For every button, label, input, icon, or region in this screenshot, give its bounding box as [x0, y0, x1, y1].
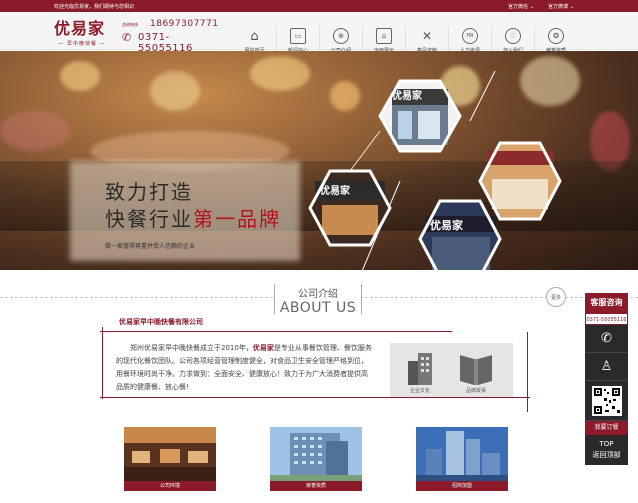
- back-to-top-button[interactable]: TOP 返回顶部: [585, 435, 628, 465]
- sidebar-header: 客服咨询: [585, 293, 628, 313]
- handshake-icon: ♡: [505, 28, 521, 44]
- top-bar: 欢迎光临优易家，我们期待与您相识 官方微信 ⌄ 官方微博 ⌄: [0, 0, 638, 12]
- hex-sign-3: 优易家: [430, 218, 464, 232]
- section-title: 公司介绍 ABOUT US: [274, 284, 362, 316]
- phone-icon: ✆: [122, 31, 132, 44]
- qq-button[interactable]: ♙: [585, 353, 628, 381]
- hex-sign-2: 优易家: [320, 184, 351, 197]
- company-intro: 郑州优易家早中晚快餐成立于2010年，优易家是专业从事餐饮管理、餐饮服务的现代化…: [116, 344, 372, 391]
- banner-slogan-line2: 快餐行业第一品牌: [105, 207, 281, 231]
- hotline-phone-1: 18697307771: [150, 19, 219, 29]
- about-links-panel: 企业文化 品牌故事: [390, 343, 513, 397]
- building-icon: [408, 353, 432, 385]
- decor-line: [527, 332, 528, 412]
- thumb-environment[interactable]: 公司环境: [124, 427, 216, 491]
- thumb-honors[interactable]: 荣誉资质: [270, 427, 362, 491]
- weibo-link[interactable]: 官方微博 ⌄: [548, 3, 575, 11]
- thumb-franchise[interactable]: 招商加盟: [416, 427, 508, 491]
- news-icon: ▭: [290, 28, 306, 44]
- back-to-top-label: 返回顶部: [592, 451, 621, 459]
- thumb-caption: 公司环境: [124, 481, 216, 491]
- hotline: 咨询热线 18697307771 ✆ 0371-55055116: [122, 19, 219, 54]
- logo-brand: 优易家: [54, 19, 106, 38]
- qr-code: [585, 381, 628, 421]
- hero-banner[interactable]: 致力打造 快餐行业第一品牌 做一家值得尊重并受人信赖的企业 优易家 优易家 优易…: [0, 51, 638, 270]
- decor-line: [100, 331, 452, 332]
- logo-subtitle: — 早中晚快餐 —: [58, 41, 106, 47]
- culture-link[interactable]: 企业文化: [400, 351, 440, 394]
- store-icon: ⌂: [376, 28, 392, 44]
- restaurant-image: [124, 427, 216, 481]
- globe-icon: ⊕: [333, 28, 349, 44]
- customer-service-sidebar: 客服咨询 0371-55055116 ✆ ♙ 我要订餐 TOP 返回顶部: [585, 293, 628, 465]
- phone-button[interactable]: ✆: [585, 325, 628, 353]
- thumb-caption: 荣誉资质: [270, 481, 362, 491]
- company-name: 优易家早中晚快餐有限公司: [119, 318, 203, 326]
- story-label: 品牌故事: [465, 388, 486, 394]
- qq-penguin-icon: ♙: [600, 359, 613, 374]
- qr-code-icon: [591, 385, 622, 416]
- decor-line: [102, 327, 103, 399]
- more-button[interactable]: 更多: [546, 287, 566, 307]
- chevron-down-icon: ⌄: [570, 3, 575, 10]
- section-title-cn: 公司介绍: [298, 289, 338, 300]
- phone-icon: ✆: [601, 331, 612, 346]
- hex-sign-1: 优易家: [392, 89, 423, 102]
- order-button[interactable]: 我要订餐: [585, 421, 628, 435]
- logo[interactable]: 优易家 — 早中晚快餐 —: [54, 15, 116, 47]
- top-label: TOP: [599, 440, 614, 448]
- hotline-label: 咨询热线: [122, 22, 138, 27]
- thumb-caption: 招商加盟: [416, 481, 508, 491]
- city-building-image: [416, 427, 508, 481]
- banner-slogan-line1: 致力打造: [105, 180, 193, 204]
- chevron-down-icon: ⌄: [530, 3, 535, 10]
- story-link[interactable]: 品牌故事: [456, 351, 496, 394]
- thumbnail-row: 公司环境 荣誉资质 招商加盟: [0, 427, 638, 493]
- wechat-link[interactable]: 官方微信 ⌄: [508, 3, 535, 11]
- banner-hexagon-collage: 优易家 优易家 优易家: [308, 71, 562, 270]
- award-icon: ✪: [548, 28, 564, 44]
- home-icon: ⌂: [250, 28, 259, 44]
- office-building-image: [270, 427, 362, 481]
- section-title-en: ABOUT US: [279, 300, 357, 316]
- banner-tagline: 做一家值得尊重并受人信赖的企业: [105, 243, 196, 250]
- hr-icon: HR: [462, 28, 478, 44]
- welcome-text: 欢迎光临优易家，我们期待与您相识: [54, 4, 135, 10]
- sidebar-phone: 0371-55055116: [585, 313, 628, 325]
- decor-line: [100, 397, 530, 398]
- header: 优易家 — 早中晚快餐 — 咨询热线 18697307771 ✆ 0371-55…: [0, 12, 638, 62]
- book-icon: [460, 355, 492, 385]
- culture-label: 企业文化: [409, 388, 430, 394]
- utensils-icon: ✕: [421, 29, 433, 43]
